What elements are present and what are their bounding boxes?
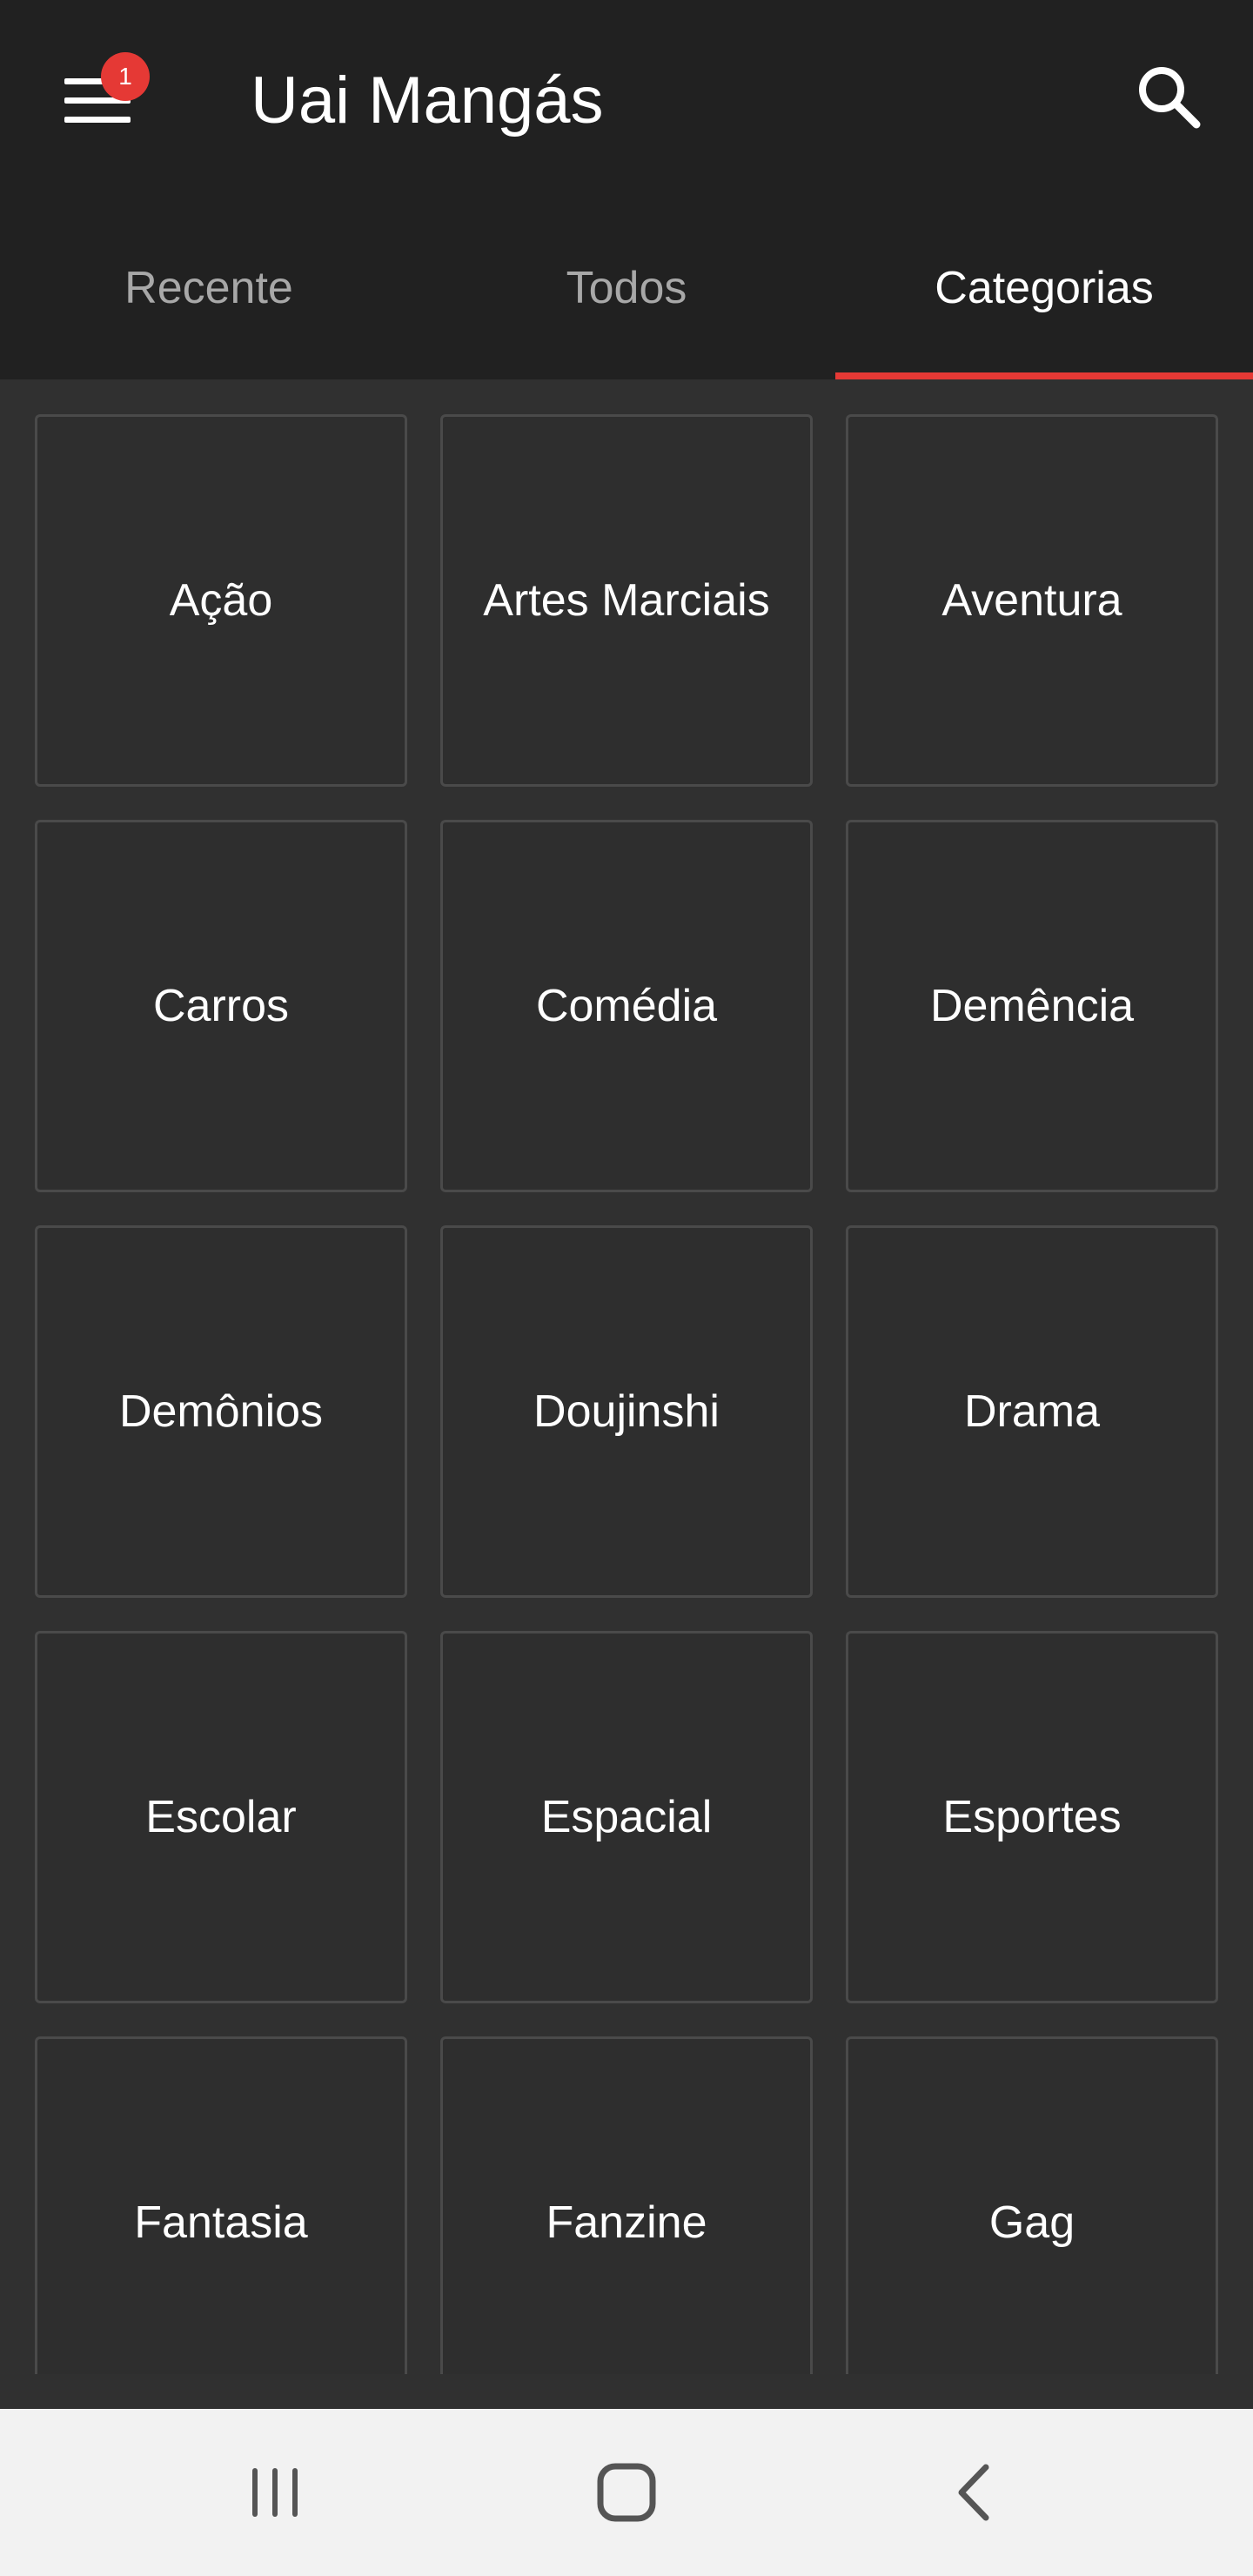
tab-label: Todos [566,263,687,313]
home-icon [597,2463,656,2522]
category-card-drama[interactable]: Drama [846,1225,1218,1598]
tab-bar: Recente Todos Categorias [0,197,1253,379]
recent-apps-icon [252,2468,298,2517]
search-button[interactable] [1121,49,1216,144]
home-button[interactable] [566,2440,687,2545]
tab-recente[interactable]: Recente [0,197,418,379]
category-card-esportes[interactable]: Esportes [846,1631,1218,2003]
category-card-fanzine[interactable]: Fanzine [440,2036,813,2374]
menu-button[interactable]: 1 [49,52,150,150]
tab-todos[interactable]: Todos [418,197,835,379]
back-button[interactable] [914,2440,1035,2545]
recent-apps-button[interactable] [214,2440,336,2545]
category-card-acao[interactable]: Ação [35,414,407,787]
app-title: Uai Mangás [251,64,604,138]
tab-categorias[interactable]: Categorias [835,197,1253,379]
category-card-fantasia[interactable]: Fantasia [35,2036,407,2374]
search-icon [1139,67,1201,129]
category-card-carros[interactable]: Carros [35,820,407,1192]
tab-label: Recente [124,263,293,313]
category-card-demencia[interactable]: Demência [846,820,1218,1192]
tab-label: Categorias [935,263,1154,313]
tab-active-indicator [835,372,1253,379]
category-card-demonios[interactable]: Demônios [35,1225,407,1598]
category-card-escolar[interactable]: Escolar [35,1631,407,2003]
category-card-comedia[interactable]: Comédia [440,820,813,1192]
system-navigation-bar [0,2409,1253,2576]
app-screen: 1 Uai Mangás Recente Todos Categorias Aç… [0,0,1253,2576]
category-card-espacial[interactable]: Espacial [440,1631,813,2003]
category-card-gag[interactable]: Gag [846,2036,1218,2374]
notification-badge: 1 [101,52,150,101]
back-icon [958,2464,989,2521]
category-card-aventura[interactable]: Aventura [846,414,1218,787]
category-grid: Ação Artes Marciais Aventura Carros Comé… [35,414,1218,2374]
category-card-doujinshi[interactable]: Doujinshi [440,1225,813,1598]
category-card-artes-marciais[interactable]: Artes Marciais [440,414,813,787]
toolbar: 1 Uai Mangás [0,0,1253,197]
app-bar: 1 Uai Mangás Recente Todos Categorias [0,0,1253,379]
